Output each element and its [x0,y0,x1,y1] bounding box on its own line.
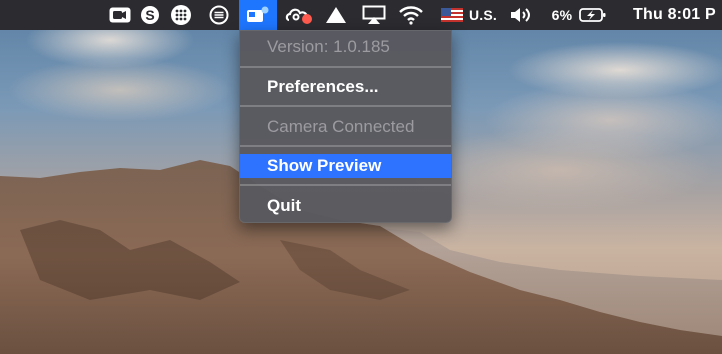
dialpad-icon[interactable] [168,0,194,30]
preferences-item[interactable]: Preferences... [240,75,451,99]
show-preview-item[interactable]: Show Preview [240,154,451,178]
battery-percent[interactable]: 6% [548,0,576,30]
camera-status-label: Camera Connected [267,117,415,136]
version-label: Version: 1.0.185 [267,37,390,56]
menu-separator [240,105,451,107]
volume-icon[interactable] [508,0,534,30]
webcam-app-menu: Version: 1.0.185 Preferences... Camera C… [239,30,452,223]
input-source-label[interactable]: U.S. [467,0,499,30]
skype-icon[interactable]: S [137,0,163,30]
battery-charging-icon[interactable] [578,0,608,30]
us-flag-icon [439,0,465,30]
video-camera-icon[interactable] [107,0,133,30]
quit-item[interactable]: Quit [240,194,451,218]
airplay-icon[interactable] [360,0,388,30]
creative-cloud-icon[interactable] [284,0,316,30]
menu-separator [240,145,451,147]
spotify-like-icon[interactable] [206,0,232,30]
google-drive-icon[interactable] [323,0,349,30]
webcam-app-icon[interactable] [239,0,277,30]
preferences-label: Preferences... [267,77,379,96]
menu-separator [240,66,451,68]
version-item: Version: 1.0.185 [240,35,451,59]
wifi-icon[interactable] [397,0,425,30]
svg-text:S: S [145,7,154,23]
show-preview-label: Show Preview [267,156,382,175]
menu-separator [240,184,451,186]
menu-bar: S U.S. 6% Thu 8:01 P [0,0,722,30]
clock[interactable]: Thu 8:01 P [633,0,722,30]
quit-label: Quit [267,196,301,215]
camera-status-item: Camera Connected [240,115,451,139]
